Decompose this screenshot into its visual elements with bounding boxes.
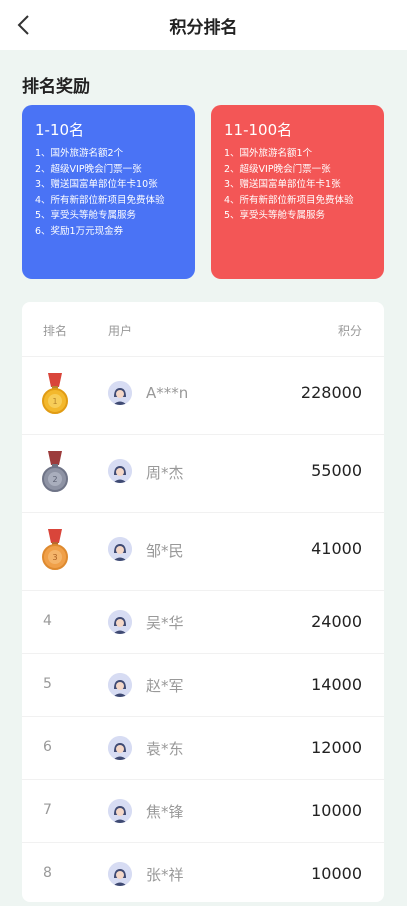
table-row[interactable]: 2 周*杰 55000: [22, 434, 384, 513]
user-avatar-icon: [108, 537, 132, 561]
score-value: 228000: [300, 383, 362, 402]
avatar: [108, 673, 132, 697]
reward-item: 3、赠送国富单部位年卡1张: [224, 179, 341, 191]
rank-number: 4: [43, 613, 52, 629]
score-value: 10000: [311, 801, 362, 820]
reward-item: 4、所有新部位新项目免费体验: [35, 194, 165, 206]
rank-number: 7: [43, 802, 52, 818]
user-avatar-icon: [108, 459, 132, 483]
user-name: 吴*华: [146, 614, 184, 632]
reward-item: 5、享受头等舱专属服务: [224, 210, 326, 222]
user-avatar-icon: [108, 736, 132, 760]
bronze-medal-icon: 3: [42, 529, 68, 570]
avatar: [108, 610, 132, 634]
user-name: 赵*军: [146, 677, 184, 695]
user-name: 张*祥: [146, 866, 184, 884]
user-avatar-icon: [108, 673, 132, 697]
column-header-user: 用户: [108, 324, 133, 338]
table-row[interactable]: 1 A***n 228000: [22, 356, 384, 435]
table-row[interactable]: 6 袁*东 12000: [22, 716, 384, 780]
score-value: 55000: [311, 461, 362, 480]
reward-item: 1、国外旅游名额2个: [35, 148, 124, 159]
reward-card-title: 11-100名: [224, 121, 293, 139]
reward-card-top10: 1-10名 1、国外旅游名额2个 2、超级VIP晚会门票一张 3、赠送国富单部位…: [22, 105, 195, 279]
score-value: 41000: [311, 539, 362, 558]
rank-number: 5: [43, 676, 52, 692]
reward-item: 3、赠送国富单部位年卡10张: [35, 179, 158, 191]
avatar: [108, 459, 132, 483]
score-value: 24000: [311, 612, 362, 631]
table-row[interactable]: 3 邹*民 41000: [22, 512, 384, 591]
silver-medal-icon: 2: [42, 451, 68, 492]
avatar: [108, 799, 132, 823]
gold-medal-icon: 1: [42, 373, 68, 414]
svg-text:3: 3: [52, 553, 57, 562]
user-avatar-icon: [108, 799, 132, 823]
reward-item: 1、国外旅游名额1个: [224, 148, 313, 159]
reward-item: 2、超级VIP晚会门票一张: [224, 163, 331, 175]
user-name: A***n: [146, 384, 189, 402]
reward-item: 6、奖励1万元现金券: [35, 225, 124, 237]
user-name: 焦*锋: [146, 803, 184, 821]
table-row[interactable]: 8 张*祥 10000: [22, 842, 384, 906]
user-name: 邹*民: [146, 542, 184, 560]
user-name: 袁*东: [146, 740, 184, 758]
score-value: 10000: [311, 864, 362, 883]
user-name: 周*杰: [146, 464, 184, 482]
ranking-table: 排名 用户 积分 1 A***n 228000 2 周*杰 55000 3 邹*…: [22, 302, 384, 902]
reward-card-title: 1-10名: [35, 121, 85, 139]
score-value: 14000: [311, 675, 362, 694]
score-value: 12000: [311, 738, 362, 757]
svg-text:1: 1: [52, 397, 57, 406]
avatar: [108, 736, 132, 760]
user-avatar-icon: [108, 381, 132, 405]
table-row[interactable]: 5 赵*军 14000: [22, 653, 384, 717]
svg-text:2: 2: [52, 475, 57, 484]
user-avatar-icon: [108, 610, 132, 634]
avatar: [108, 537, 132, 561]
table-row[interactable]: 7 焦*锋 10000: [22, 779, 384, 843]
reward-item: 4、所有新部位新项目免费体验: [224, 194, 354, 206]
reward-card-top100: 11-100名 1、国外旅游名额1个 2、超级VIP晚会门票一张 3、赠送国富单…: [211, 105, 384, 279]
rank-number: 8: [43, 865, 52, 881]
column-header-score: 积分: [337, 324, 362, 338]
top-bar: 积分排名: [0, 0, 407, 50]
rank-number: 6: [43, 739, 52, 755]
section-title: 排名奖励: [22, 77, 90, 97]
page-title: 积分排名: [169, 18, 238, 38]
avatar: [108, 862, 132, 886]
user-avatar-icon: [108, 862, 132, 886]
column-header-rank: 排名: [43, 324, 68, 338]
avatar: [108, 381, 132, 405]
reward-item: 2、超级VIP晚会门票一张: [35, 163, 142, 175]
table-row[interactable]: 4 吴*华 24000: [22, 590, 384, 654]
reward-item: 5、享受头等舱专属服务: [35, 210, 137, 222]
